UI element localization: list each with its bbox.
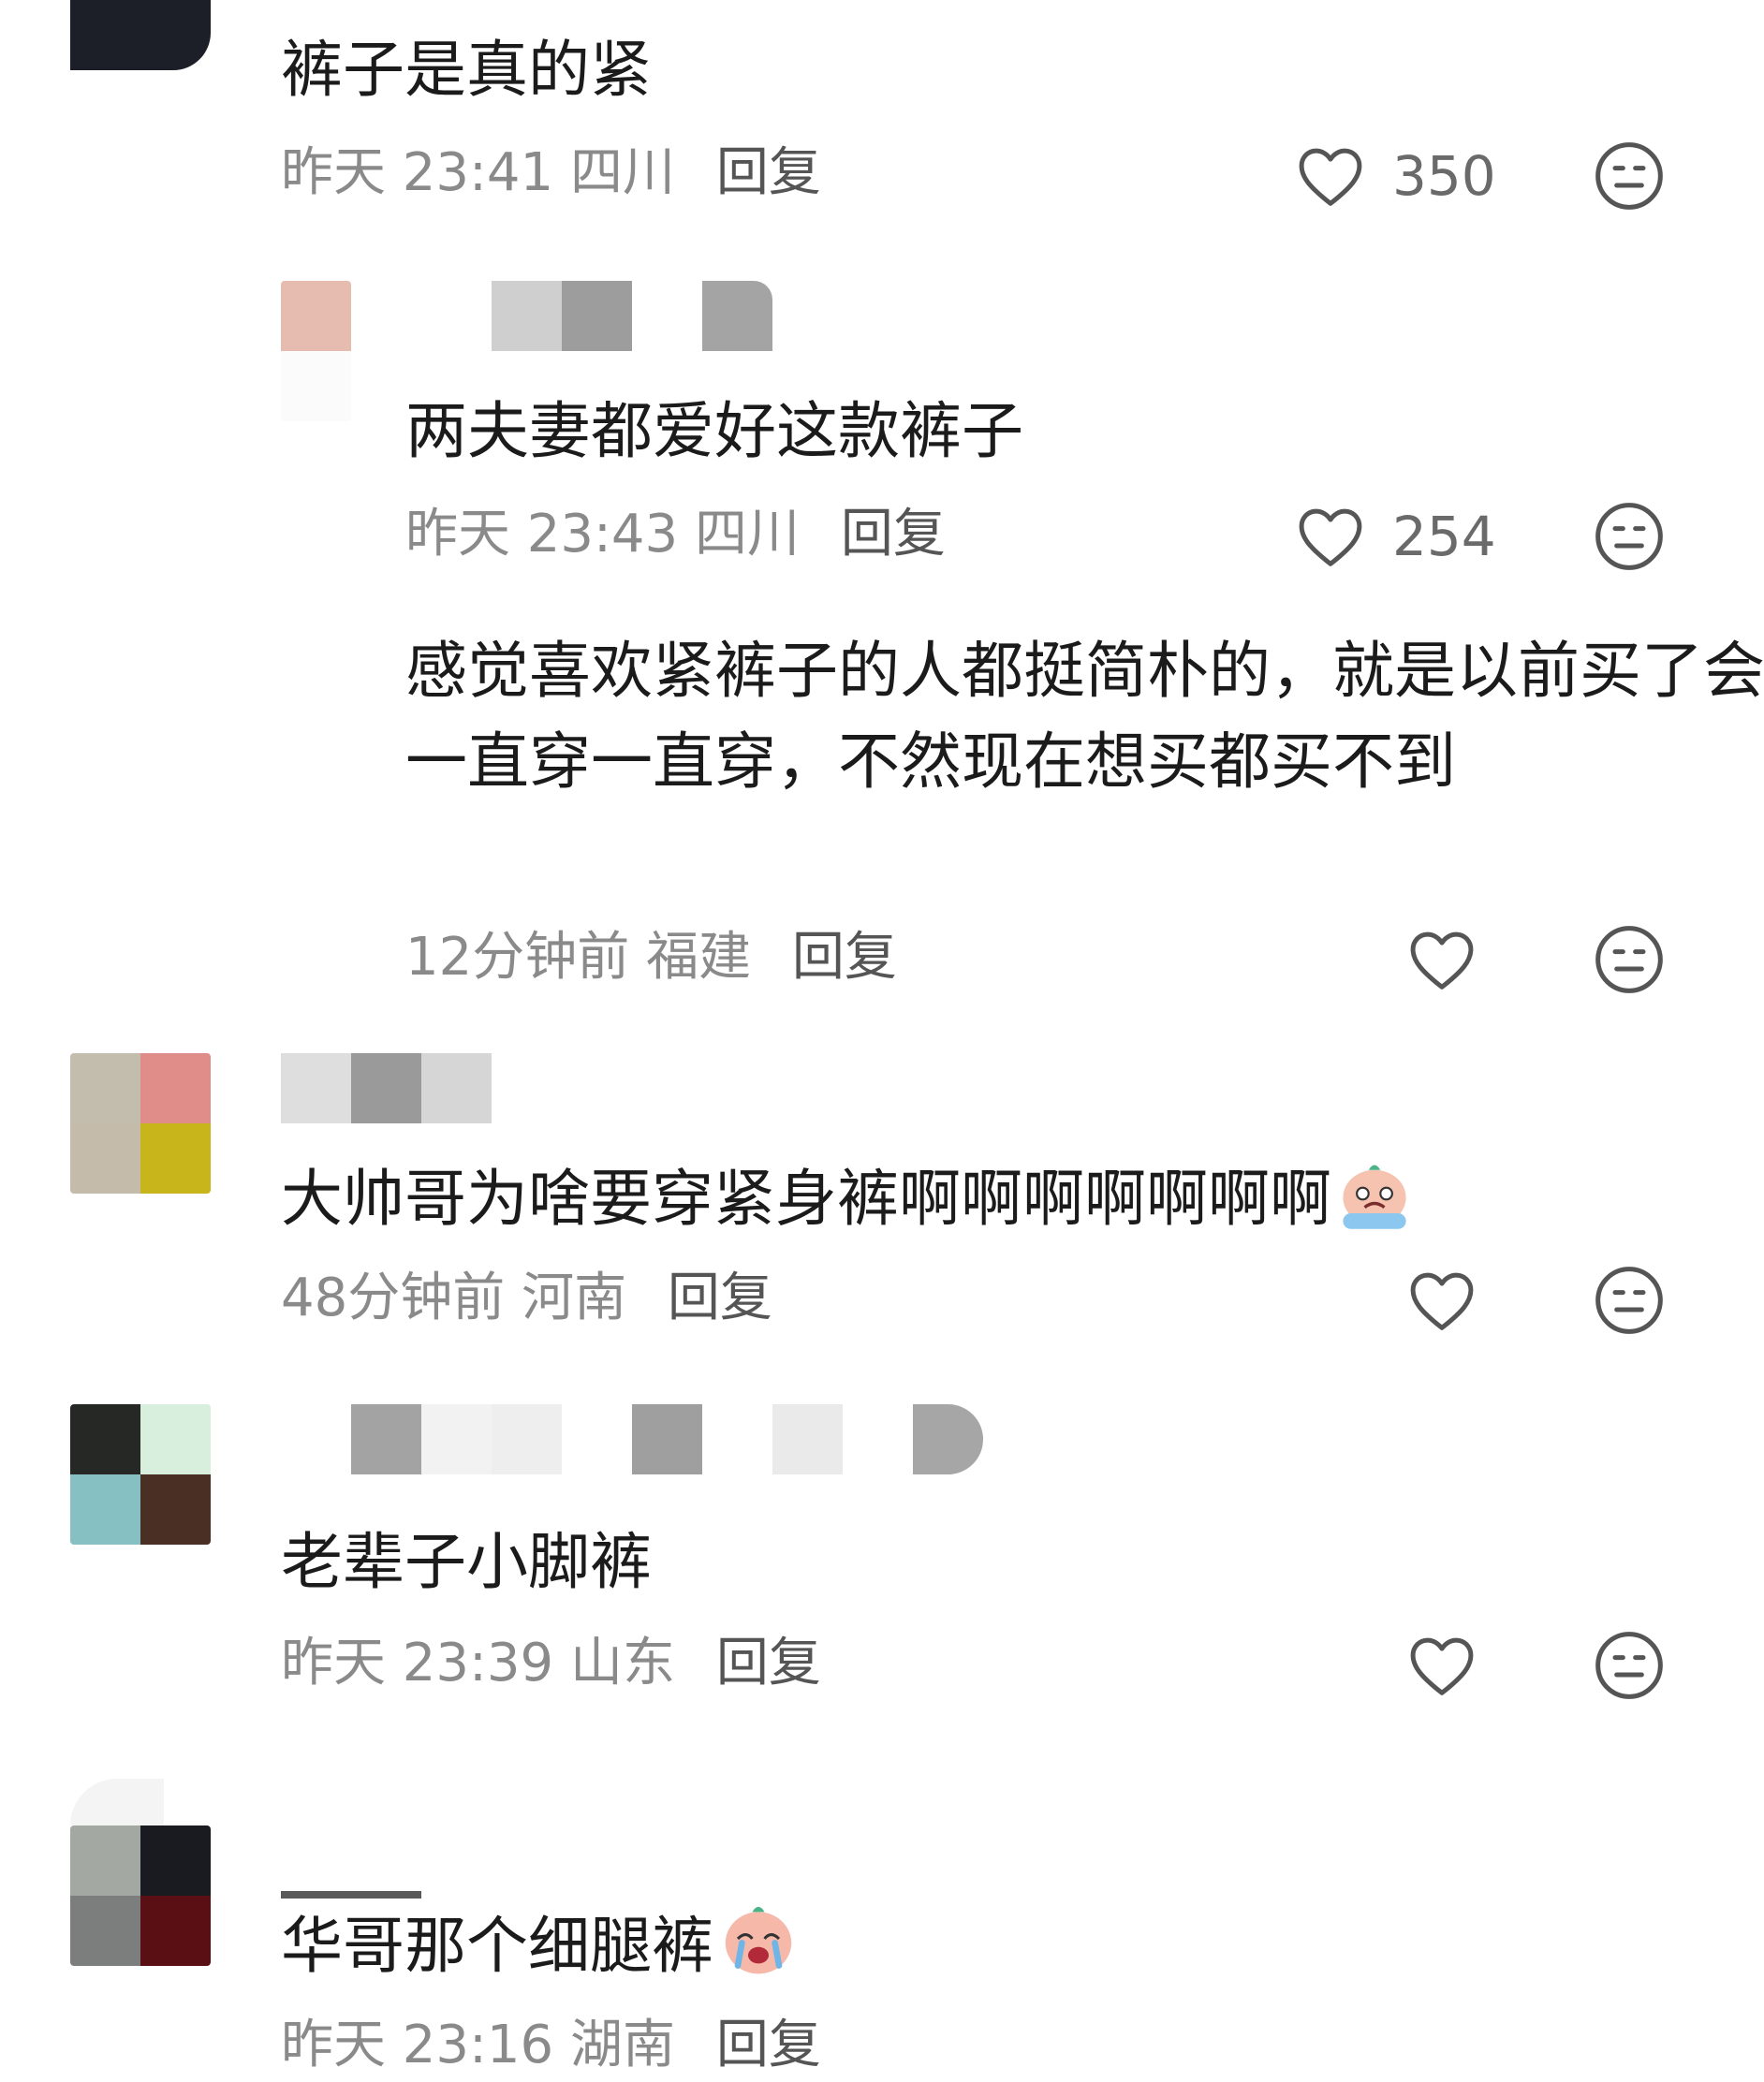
like-button[interactable]: [1406, 1628, 1477, 1703]
comment-location: 福建: [646, 927, 752, 988]
comment-time: 48分钟前: [281, 1268, 506, 1328]
avatar[interactable]: [70, 1825, 211, 1966]
heart-outline-icon: [1410, 1637, 1474, 1695]
comment-location: 四川: [695, 504, 800, 564]
reply-button[interactable]: 回复: [792, 927, 897, 988]
comment-time: 12分钟前: [405, 927, 630, 988]
like-button[interactable]: [1406, 922, 1477, 997]
comment-time: 昨天 23:41: [281, 142, 554, 203]
neutral-face-icon[interactable]: [1592, 922, 1667, 997]
comment-time: 昨天 23:16: [281, 2015, 554, 2075]
comment-text: 感觉喜欢紧裤子的人都挺简朴的，就是以前买了会一直穿一直穿，不然现在想买都买不到: [405, 635, 1764, 798]
comment-location: 四川: [570, 142, 675, 203]
like-count: 350: [1392, 144, 1496, 208]
like-button[interactable]: [1406, 1263, 1477, 1338]
comment-text-content: 大帅哥为啥要穿紧身裤啊啊啊啊啊啊啊: [281, 1163, 1331, 1235]
like-button[interactable]: 254: [1295, 499, 1496, 574]
like-button[interactable]: 350: [1295, 139, 1496, 213]
username-blurred[interactable]: [351, 1404, 983, 1474]
neutral-face-icon[interactable]: [1592, 499, 1667, 574]
comment-meta: 昨天 23:16 湖南 回复: [281, 2013, 821, 2078]
avatar[interactable]: [70, 1404, 211, 1545]
comment-meta: 12分钟前 福建 回复: [405, 925, 897, 990]
reply-button[interactable]: 回复: [716, 2015, 821, 2075]
comment-time: 昨天 23:43: [405, 504, 679, 564]
reply-button[interactable]: 回复: [668, 1268, 772, 1328]
crying-face-emoji: [725, 1906, 792, 1974]
comment-text: 大帅哥为啥要穿紧身裤啊啊啊啊啊啊啊: [281, 1153, 1414, 1244]
reply-button[interactable]: 回复: [716, 1633, 821, 1693]
neutral-face-icon[interactable]: [1592, 1263, 1667, 1338]
comment-text: 两夫妻都爱好这款裤子: [405, 395, 1023, 467]
username-blurred[interactable]: [281, 1053, 492, 1123]
avatar-top-partial[interactable]: [70, 0, 211, 70]
heart-outline-icon: [1410, 1272, 1474, 1330]
like-count: 254: [1392, 505, 1496, 568]
comment-text: 华哥那个细腿裤: [281, 1898, 800, 1991]
neutral-face-icon[interactable]: [1592, 1628, 1667, 1703]
comment-time: 昨天 23:39: [281, 1633, 554, 1693]
comment-text-content: 华哥那个细腿裤: [281, 1910, 713, 1982]
comment-meta: 昨天 23:43 四川 回复: [405, 502, 946, 567]
comment-location: 湖南: [570, 2015, 675, 2075]
avatar-edge: [70, 1779, 164, 1825]
username-blurred[interactable]: [492, 281, 772, 351]
comment-text: 老辈子小脚裤: [281, 1526, 652, 1598]
avatar[interactable]: [281, 281, 351, 421]
comment-location: 河南: [522, 1268, 627, 1328]
avatar[interactable]: [70, 1053, 211, 1194]
comment-meta: 48分钟前 河南 回复: [281, 1266, 772, 1331]
heart-outline-icon: [1410, 931, 1474, 990]
crying-face-emoji: [1343, 1165, 1406, 1229]
neutral-face-icon[interactable]: [1592, 139, 1667, 213]
heart-outline-icon: [1299, 148, 1362, 206]
heart-outline-icon: [1299, 508, 1362, 566]
comment-text: 裤子是真的紧: [281, 34, 652, 106]
reply-button[interactable]: 回复: [841, 504, 946, 564]
reply-button[interactable]: 回复: [716, 142, 821, 203]
comment-location: 山东: [570, 1633, 675, 1693]
comment-meta: 昨天 23:39 山东 回复: [281, 1631, 821, 1696]
comment-meta: 昨天 23:41 四川 回复: [281, 140, 821, 206]
